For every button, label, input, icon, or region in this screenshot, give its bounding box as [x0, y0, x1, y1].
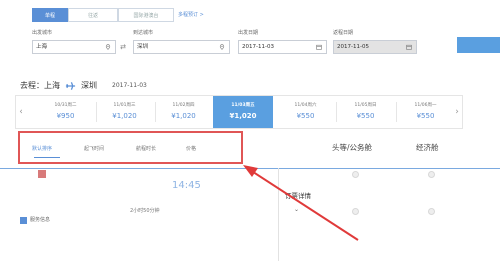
annotation-arrow-icon — [243, 165, 359, 241]
